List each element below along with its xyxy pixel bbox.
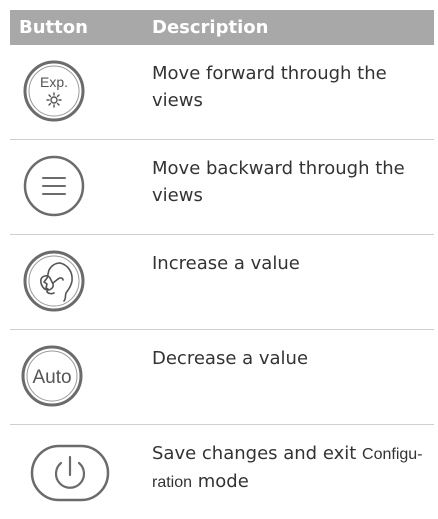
exp-icon-text: Exp. [40,74,68,90]
row-description: Move forward through the views [152,63,387,111]
table-row: Exp. Move forward through the views [10,45,434,140]
exp-sun-icon: Exp. [23,60,85,122]
auto-icon-text: Auto [32,367,71,388]
row-description: Increase a value [152,253,300,274]
table-row: Auto Decrease a value [10,330,434,425]
table-row: Save changes and exit Configu- ration mo… [10,425,434,515]
configuration-keyword: Configu- [362,446,423,463]
row-description: Save changes and exit Configu- ration mo… [152,440,434,496]
row-description: Decrease a value [152,348,309,369]
row-description: Move backward through the views [152,158,405,206]
description-text-end: mode [192,471,249,492]
menu-button-cell [10,140,152,234]
auto-button-cell: Auto [10,330,152,424]
button-description-table: Button Description Exp. Move forward thr… [10,10,434,515]
table-row: Move backward through the views [10,140,434,235]
description-text-start: Save changes and exit [152,443,363,464]
table-row: Increase a value [10,235,434,330]
menu-lines-icon [23,155,85,217]
patient-mask-icon [23,250,85,312]
mask-button-cell [10,235,152,329]
auto-icon: Auto [21,345,83,407]
power-icon [30,444,110,502]
configuration-keyword-cont: ration [152,474,193,491]
power-button-cell [10,425,152,515]
exp-button-cell: Exp. [10,45,152,139]
header-button-label: Button [19,17,88,38]
header-description-label: Description [152,17,269,38]
table-header: Button Description [10,10,434,45]
